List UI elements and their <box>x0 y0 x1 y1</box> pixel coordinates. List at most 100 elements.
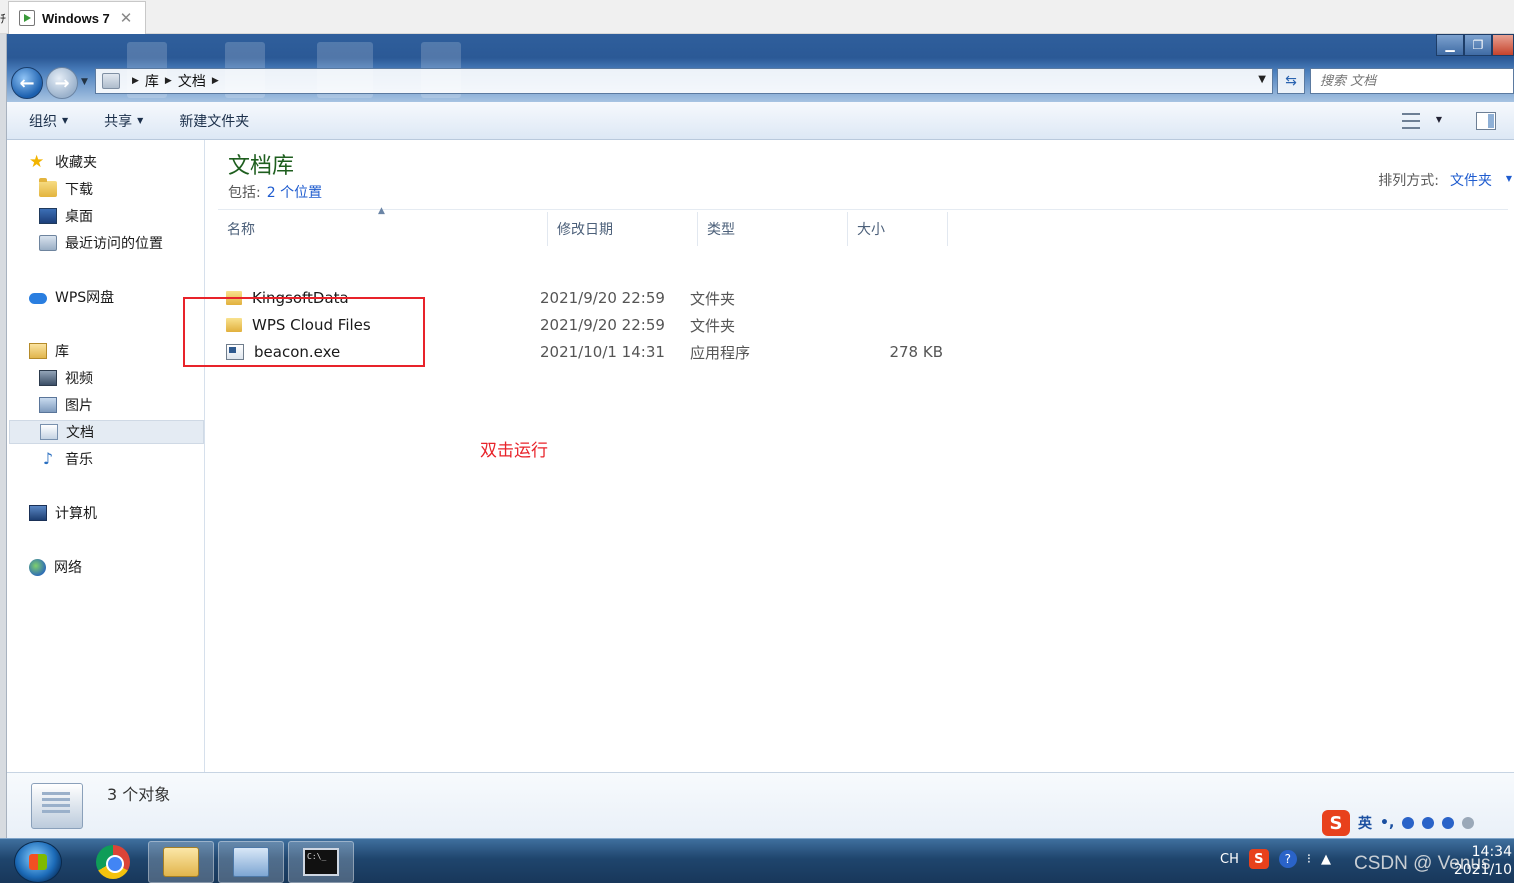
new-folder-button[interactable]: 新建文件夹 <box>179 111 249 131</box>
file-date: 2021/9/20 22:59 <box>540 316 665 334</box>
user-icon[interactable] <box>1462 817 1475 829</box>
emoji-icon[interactable] <box>1402 817 1415 829</box>
system-tray: CH S ? ⁝ ▲ <box>1220 849 1331 869</box>
nav-desktop[interactable]: 桌面 <box>39 204 93 228</box>
downloads-icon <box>39 178 57 197</box>
clock[interactable]: 14:34 2021/10 <box>1454 843 1512 879</box>
close-window-button[interactable] <box>1492 34 1514 56</box>
close-icon[interactable]: ✕ <box>120 9 133 27</box>
nav-label: 库 <box>55 344 69 360</box>
back-button[interactable]: ← <box>11 67 43 99</box>
show-hidden-icons[interactable]: ▲ <box>1321 852 1331 867</box>
address-bar[interactable]: ▶ 库 ▶ 文档 ▶ ▼ <box>95 68 1273 94</box>
nav-recent-places[interactable]: 最近访问的位置 <box>39 231 163 255</box>
start-button[interactable] <box>14 841 62 883</box>
view-options-icon[interactable] <box>1402 113 1420 129</box>
keyboard-icon[interactable] <box>1442 817 1455 829</box>
nav-network[interactable]: 网络 <box>29 555 82 579</box>
computer-icon <box>29 505 47 521</box>
chevron-right-icon[interactable]: ▶ <box>165 76 172 86</box>
taskbar-control-panel[interactable] <box>218 841 284 883</box>
command-bar: 组织 ▼ 共享 ▼ 新建文件夹 ▼ <box>7 102 1514 140</box>
sogou-tray-icon[interactable]: S <box>1248 849 1269 869</box>
cloud-icon <box>29 293 47 304</box>
taskbar-chrome[interactable] <box>80 841 146 883</box>
nav-libraries[interactable]: 库 <box>29 339 69 363</box>
network-tray-icon[interactable]: ⁝ <box>1307 852 1311 867</box>
chevron-right-icon[interactable]: ▶ <box>132 76 139 86</box>
vm-tab-windows7[interactable]: Windows 7 ✕ <box>8 1 146 34</box>
vm-tab-label: Windows 7 <box>42 10 110 26</box>
nav-wps-drive[interactable]: WPS网盘 <box>29 285 114 309</box>
picture-library-icon <box>39 397 57 413</box>
desktop-icon <box>39 208 57 224</box>
maximize-button[interactable]: ❐ <box>1464 34 1492 56</box>
title-bar: ▁ ❐ ← → ▼ ▶ 库 ▶ 文档 ▶ ▼ ⇆ <box>7 34 1514 102</box>
arrow-left-icon: ← <box>19 72 35 94</box>
column-header-date[interactable]: 修改日期 <box>548 212 698 246</box>
highlight-box <box>183 297 425 367</box>
document-library-icon <box>40 424 58 440</box>
window-controls: ▁ ❐ <box>1436 34 1514 56</box>
command-prompt-icon: C:\_ <box>303 848 339 876</box>
vm-edge-mark: ﾁ <box>0 12 7 26</box>
minimize-button[interactable]: ▁ <box>1436 34 1464 56</box>
breadcrumb-libraries[interactable]: 库 <box>145 71 159 91</box>
help-icon[interactable]: ? <box>1278 850 1297 868</box>
explorer-window: ▁ ❐ ← → ▼ ▶ 库 ▶ 文档 ▶ ▼ ⇆ 组织 ▼ 共享 ▼ 新建文件夹 ▼… <box>7 34 1514 838</box>
divider <box>218 209 1508 210</box>
nav-label: WPS网盘 <box>55 290 115 306</box>
taskbar-cmd[interactable]: C:\_ <box>288 841 354 883</box>
chevron-down-icon[interactable]: ▼ <box>1258 74 1266 85</box>
taskbar-explorer[interactable] <box>148 841 214 883</box>
nav-label: 图片 <box>65 398 93 414</box>
file-date: 2021/9/20 22:59 <box>540 289 665 307</box>
recent-pages-dropdown[interactable]: ▼ <box>81 77 88 87</box>
libraries-icon <box>29 343 47 359</box>
chevron-right-icon[interactable]: ▶ <box>212 76 219 86</box>
preview-pane-icon[interactable] <box>1476 112 1496 130</box>
star-icon: ★ <box>29 152 45 172</box>
organize-button[interactable]: 组织 ▼ <box>29 111 68 131</box>
share-button[interactable]: 共享 ▼ <box>104 111 143 131</box>
file-type: 文件夹 <box>690 316 736 335</box>
clock-time: 14:34 <box>1471 844 1512 860</box>
search-input[interactable] <box>1320 73 1500 89</box>
nav-videos[interactable]: 视频 <box>39 366 93 390</box>
search-box[interactable] <box>1310 68 1514 94</box>
input-language[interactable]: CH <box>1220 852 1239 867</box>
nav-label: 最近访问的位置 <box>65 236 163 252</box>
refresh-button[interactable]: ⇆ <box>1277 68 1305 94</box>
navigation-pane: ★ 收藏夹 下载 桌面 最近访问的位置 WPS网盘 库 视频 图片 文档 ♪ 音乐 … <box>7 140 205 772</box>
nav-documents[interactable]: 文档 <box>9 420 204 444</box>
library-icon <box>102 73 120 89</box>
nav-computer[interactable]: 计算机 <box>29 501 97 525</box>
nav-label: 下载 <box>65 182 93 198</box>
network-icon <box>29 558 46 576</box>
nav-label: 文档 <box>66 425 94 441</box>
sogou-ime-icon[interactable]: S <box>1322 810 1350 836</box>
arrange-by-dropdown[interactable]: 文件夹 <box>1450 170 1492 190</box>
nav-downloads[interactable]: 下载 <box>39 177 93 201</box>
column-header-name[interactable]: 名称 <box>218 212 548 246</box>
details-pane: 3 个对象 <box>7 772 1514 838</box>
column-header-size[interactable]: 大小 <box>848 212 948 246</box>
column-header-type[interactable]: 类型 <box>698 212 848 246</box>
microphone-icon[interactable] <box>1422 817 1435 829</box>
refresh-icon: ⇆ <box>1285 73 1297 89</box>
locations-link[interactable]: 2 个位置 <box>267 185 322 201</box>
caret-down-icon[interactable]: ▼ <box>1436 115 1442 124</box>
punctuation-icon[interactable]: •, <box>1380 815 1394 831</box>
forward-button[interactable]: → <box>46 67 78 99</box>
nav-favorites[interactable]: ★ 收藏夹 <box>29 150 97 174</box>
caret-down-icon[interactable]: ▼ <box>1506 174 1512 183</box>
breadcrumb-documents[interactable]: 文档 <box>178 71 206 91</box>
item-count: 3 个对象 <box>107 785 171 804</box>
nav-label: 视频 <box>65 371 93 387</box>
nav-music[interactable]: ♪ 音乐 <box>39 447 93 471</box>
organize-label: 组织 <box>29 113 57 130</box>
ime-language[interactable]: 英 <box>1358 813 1372 833</box>
file-type: 文件夹 <box>690 289 736 308</box>
nav-pictures[interactable]: 图片 <box>39 393 93 417</box>
share-label: 共享 <box>104 113 133 130</box>
